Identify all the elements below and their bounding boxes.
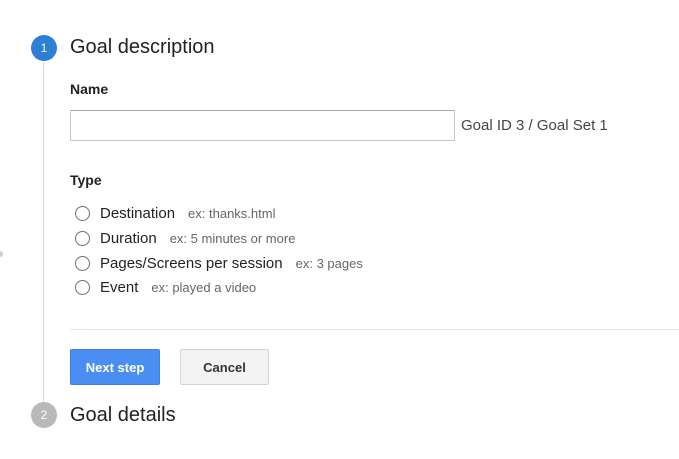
side-handle (0, 251, 3, 257)
step-1-number-badge: 1 (31, 35, 57, 61)
step-1-title[interactable]: Goal description (70, 36, 215, 59)
pages-per-session-label[interactable]: Pages/Screens per session (100, 255, 283, 272)
destination-radio[interactable] (75, 205, 90, 221)
event-example: ex: played a video (151, 279, 257, 295)
type-option-pages-per-session[interactable]: Pages/Screens per session ex: 3 pages (75, 253, 363, 273)
type-option-event[interactable]: Event ex: played a video (75, 277, 256, 297)
next-step-button[interactable]: Next step (70, 349, 160, 385)
destination-example: ex: thanks.html (188, 205, 276, 221)
duration-radio[interactable] (75, 230, 90, 246)
duration-label[interactable]: Duration (100, 230, 157, 247)
cancel-button[interactable]: Cancel (180, 349, 269, 385)
pages-per-session-example: ex: 3 pages (295, 255, 363, 271)
type-option-destination[interactable]: Destination ex: thanks.html (75, 203, 275, 223)
destination-label[interactable]: Destination (100, 205, 175, 222)
pages-per-session-radio[interactable] (75, 255, 90, 271)
section-divider (70, 329, 679, 330)
step-timeline-line (43, 62, 44, 404)
goal-setup-page: 1 Goal description Name Goal ID 3 / Goal… (0, 0, 679, 459)
event-label[interactable]: Event (100, 279, 138, 296)
step-2-title[interactable]: Goal details (70, 404, 176, 427)
goal-name-input[interactable] (70, 110, 455, 141)
name-label: Name (70, 81, 109, 97)
type-label: Type (70, 172, 102, 188)
type-option-duration[interactable]: Duration ex: 5 minutes or more (75, 228, 295, 248)
goal-id-text: Goal ID 3 / Goal Set 1 (461, 117, 608, 134)
event-radio[interactable] (75, 279, 90, 295)
duration-example: ex: 5 minutes or more (169, 230, 296, 246)
step-2-number-badge: 2 (31, 402, 57, 428)
